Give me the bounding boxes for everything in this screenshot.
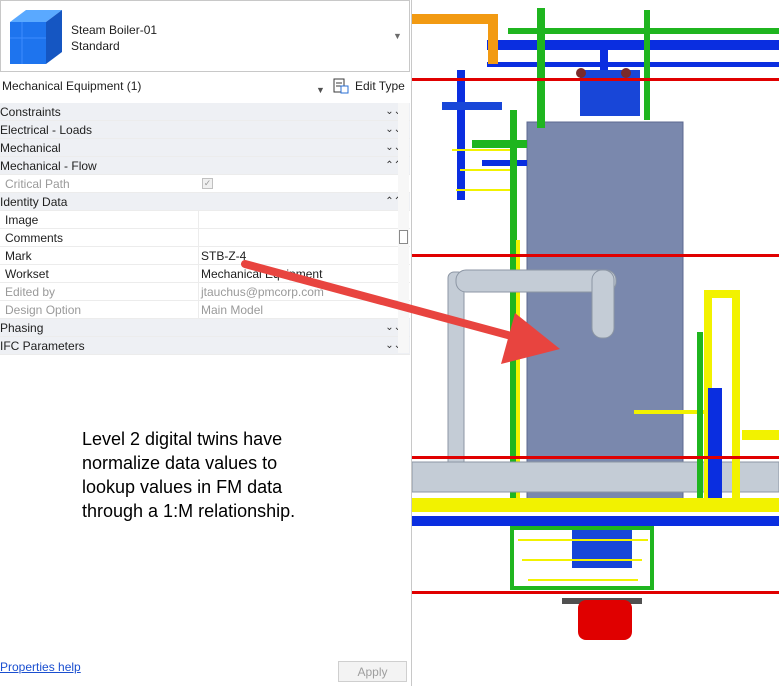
group-label: Mechanical - Flow: [0, 159, 97, 173]
scrollbar-thumb[interactable]: [399, 230, 408, 244]
properties-scrollbar[interactable]: [398, 103, 409, 353]
group-mechanical[interactable]: Mechanical ⌄⌄: [0, 139, 410, 157]
edit-type-button[interactable]: Edit Type: [333, 76, 405, 96]
type-family-name: Steam Boiler-01: [71, 23, 158, 37]
property-comments: Comments: [0, 229, 410, 247]
property-workset: Workset Mechanical Equipment: [0, 265, 410, 283]
property-label: Critical Path: [5, 177, 70, 191]
property-mark: Mark STB-Z-4: [0, 247, 410, 265]
edit-type-icon: [333, 78, 349, 94]
instance-filter-select[interactable]: Mechanical Equipment (1) ▼: [0, 75, 328, 97]
image-value-field[interactable]: [198, 211, 393, 229]
level-line: [412, 456, 779, 459]
edited-by-value: jtauchus@pmcorp.com: [198, 283, 393, 301]
mark-value-field[interactable]: STB-Z-4: [198, 247, 393, 265]
property-label: Workset: [5, 267, 49, 281]
group-label: IFC Parameters: [0, 339, 85, 353]
design-option-value: Main Model: [198, 301, 393, 319]
edit-type-label: Edit Type: [355, 79, 405, 93]
property-label: Image: [5, 213, 39, 227]
chevron-down-icon[interactable]: ▼: [393, 31, 402, 41]
properties-grid: Constraints ⌄⌄ Electrical - Loads ⌄⌄ Mec…: [0, 103, 410, 355]
instance-filter-label: Mechanical Equipment (1): [2, 79, 142, 93]
property-design-option: Design Option Main Model: [0, 301, 410, 319]
type-selector[interactable]: Steam Boiler-01 Standard ▼: [0, 0, 410, 72]
annotation-text: Level 2 digital twins have normalize dat…: [82, 427, 392, 523]
property-label: Comments: [5, 231, 64, 245]
group-label: Electrical - Loads: [0, 123, 93, 137]
property-label: Design Option: [5, 303, 82, 317]
annotation-line: through a 1:M relationship.: [82, 501, 296, 521]
workset-value-field[interactable]: Mechanical Equipment: [198, 265, 393, 283]
group-constraints[interactable]: Constraints ⌄⌄: [0, 103, 410, 121]
annotation-line: Level 2 digital twins have: [82, 429, 283, 449]
critical-path-checkbox[interactable]: ✓: [202, 178, 213, 189]
group-electrical-loads[interactable]: Electrical - Loads ⌄⌄: [0, 121, 410, 139]
group-label: Mechanical: [0, 141, 61, 155]
annotation-line: lookup values in FM data: [82, 477, 283, 497]
group-label: Identity Data: [0, 195, 68, 209]
property-image: Image: [0, 211, 410, 229]
chevron-down-icon: ▼: [316, 85, 325, 95]
instance-filter-row: Mechanical Equipment (1) ▼ Edit Type: [0, 75, 410, 97]
property-edited-by: Edited by jtauchus@pmcorp.com: [0, 283, 410, 301]
group-mechanical-flow[interactable]: Mechanical - Flow ⌃⌃: [0, 157, 410, 175]
property-label: Mark: [5, 249, 32, 263]
level-line: [412, 591, 779, 594]
property-label: Edited by: [5, 285, 56, 299]
group-label: Phasing: [0, 321, 44, 335]
group-identity-data[interactable]: Identity Data ⌃⌃: [0, 193, 410, 211]
boiler-thumbnail-icon: [10, 10, 62, 64]
comments-value-field[interactable]: [198, 229, 393, 247]
level-line: [412, 254, 779, 257]
level-line: [412, 78, 779, 81]
annotation-line: normalize data values to: [82, 453, 278, 473]
properties-palette: Steam Boiler-01 Standard ▼ Mechanical Eq…: [0, 0, 412, 686]
properties-help-link[interactable]: Properties help: [0, 660, 81, 674]
apply-button[interactable]: Apply: [338, 661, 407, 682]
group-ifc-parameters[interactable]: IFC Parameters ⌄⌄: [0, 337, 410, 355]
type-name: Standard: [71, 39, 120, 53]
model-viewport[interactable]: [412, 0, 779, 686]
group-label: Constraints: [0, 105, 61, 119]
group-phasing[interactable]: Phasing ⌄⌄: [0, 319, 410, 337]
property-critical-path: Critical Path ✓: [0, 175, 410, 193]
